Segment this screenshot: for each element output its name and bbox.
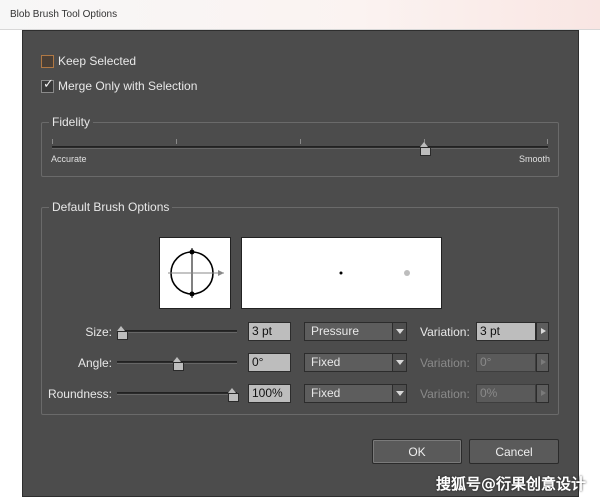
roundness-variation-field: 0%: [476, 384, 536, 403]
fidelity-tick: [52, 139, 53, 144]
ok-button[interactable]: OK: [372, 439, 462, 464]
size-variation-stepper[interactable]: [536, 322, 549, 341]
brush-angle-icon: [168, 248, 224, 298]
chevron-down-icon: [392, 385, 406, 402]
keep-selected-option[interactable]: Keep Selected: [41, 53, 136, 69]
brush-shape-preview[interactable]: [159, 237, 231, 309]
roundness-variation-label: Variation:: [420, 387, 470, 401]
size-mode-select[interactable]: Pressure: [304, 322, 407, 341]
size-mode-value: Pressure: [311, 324, 360, 338]
size-slider-thumb[interactable]: [117, 326, 128, 340]
size-slider-track[interactable]: [117, 330, 237, 333]
size-value-field[interactable]: 3 pt: [248, 322, 291, 341]
window-title: Blob Brush Tool Options: [10, 9, 118, 20]
angle-variation-stepper: [536, 353, 549, 372]
brush-options-title: Default Brush Options: [49, 200, 173, 214]
merge-only-option[interactable]: ✓ Merge Only with Selection: [41, 76, 198, 94]
roundness-mode-select[interactable]: Fixed: [304, 384, 407, 403]
angle-slider-thumb[interactable]: [173, 357, 184, 371]
merge-only-label: Merge Only with Selection: [58, 79, 198, 93]
chevron-down-icon: [392, 354, 406, 371]
fidelity-tick: [300, 139, 301, 144]
roundness-mode-value: Fixed: [311, 386, 341, 400]
angle-variation-label: Variation:: [420, 356, 470, 370]
fidelity-min-label: Accurate: [51, 154, 87, 164]
title-bar: Blob Brush Tool Options: [0, 0, 600, 30]
brush-dot-icon: [339, 270, 410, 276]
keep-selected-checkbox[interactable]: [41, 54, 54, 68]
checkmark-icon: ✓: [43, 76, 54, 92]
fidelity-group: Fidelity Accurate Smooth: [41, 115, 559, 177]
angle-value-field[interactable]: 0°: [248, 353, 291, 372]
watermark-text: 搜狐号@衍果创意设计: [435, 475, 586, 493]
size-variation-field[interactable]: 3 pt: [476, 322, 536, 341]
keep-selected-label: Keep Selected: [58, 54, 137, 68]
merge-only-checkbox[interactable]: ✓: [41, 76, 54, 93]
fidelity-tick: [176, 139, 177, 144]
fidelity-max-label: Smooth: [518, 154, 550, 164]
cancel-button[interactable]: Cancel: [469, 439, 559, 464]
angle-label: Angle:: [77, 356, 112, 370]
size-label: Size:: [85, 325, 112, 339]
roundness-value-field[interactable]: 100%: [248, 384, 291, 403]
fidelity-track[interactable]: [52, 146, 548, 149]
angle-mode-select[interactable]: Fixed: [304, 353, 407, 372]
roundness-slider-track[interactable]: [117, 392, 237, 395]
angle-variation-field: 0°: [476, 353, 536, 372]
brush-options-group: Default Brush Options Size: 3 pt Pressur…: [41, 200, 559, 415]
fidelity-title: Fidelity: [49, 115, 94, 129]
brush-size-preview: [241, 237, 442, 309]
dialog-body: Keep Selected ✓ Merge Only with Selectio…: [22, 30, 579, 497]
size-variation-label: Variation:: [420, 325, 470, 339]
roundness-label: Roundness:: [47, 387, 112, 401]
fidelity-slider-thumb[interactable]: [420, 142, 431, 156]
roundness-variation-stepper: [536, 384, 549, 403]
chevron-down-icon: [392, 323, 406, 340]
angle-mode-value: Fixed: [311, 355, 341, 369]
roundness-slider-thumb[interactable]: [228, 388, 239, 402]
fidelity-tick: [547, 139, 548, 144]
